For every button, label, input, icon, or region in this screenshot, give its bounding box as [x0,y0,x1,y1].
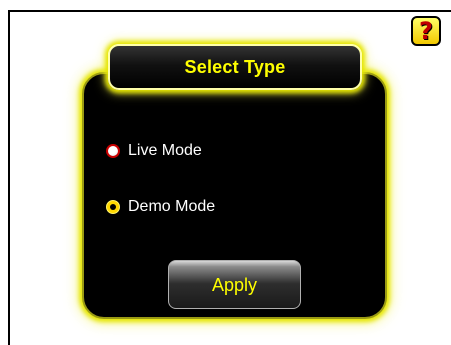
apply-button-label: Apply [211,275,258,295]
apply-button[interactable]: Apply [168,260,301,309]
radio-selected-dot [110,204,116,210]
frame-top-border [8,10,451,12]
frame-left-border [8,10,10,345]
live-mode-radio[interactable] [106,144,120,158]
live-mode-option[interactable]: Live Mode [106,141,202,161]
help-button[interactable]: ? [411,16,441,46]
demo-mode-label: Demo Mode [128,198,216,215]
screen: ? Select Type Live Mode Demo Mode Apply [0,0,451,345]
demo-mode-radio[interactable] [106,200,120,214]
live-mode-label: Live Mode [128,142,202,159]
question-mark-icon: ? [419,17,433,45]
dialog-title: Select Type [184,56,286,77]
demo-mode-option[interactable]: Demo Mode [106,197,215,217]
dialog-title-bar: Select Type [108,44,362,90]
